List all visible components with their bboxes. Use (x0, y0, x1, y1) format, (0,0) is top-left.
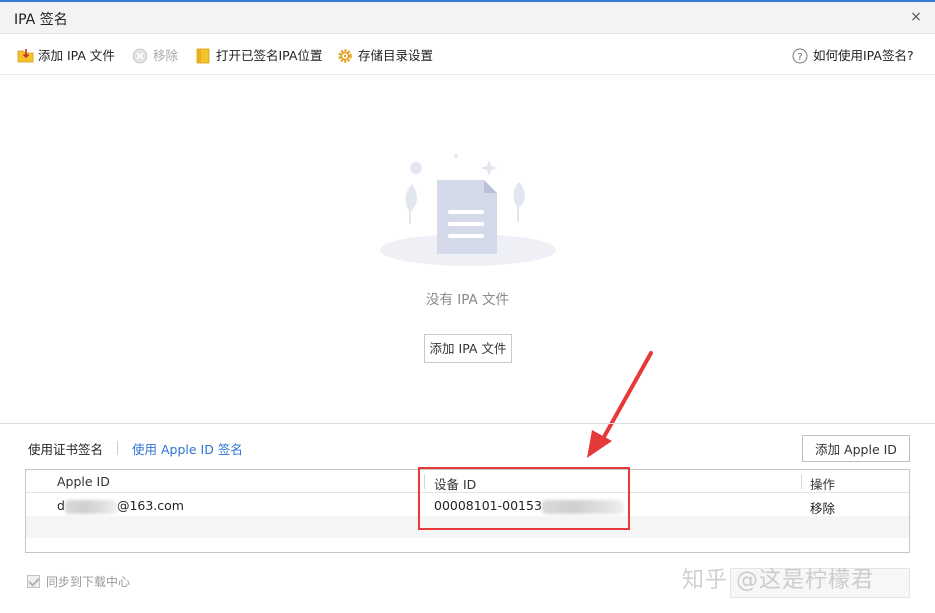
sync-download-center-checkbox[interactable]: 同步到下载中心 (27, 573, 130, 589)
checkbox-checked[interactable] (27, 574, 40, 588)
tab-certificate-sign[interactable]: 使用证书签名 (28, 439, 103, 458)
redacted-mask (541, 499, 624, 514)
column-header-device-id: 设备 ID (434, 477, 477, 492)
table-row-empty (26, 516, 909, 538)
apple-id-suffix: @163.com (116, 498, 184, 513)
empty-document-illustration (380, 154, 556, 266)
folder-icon (195, 48, 211, 64)
apple-id-table: Apple ID 设备 ID 操作 d @163.com 00008101-001… (25, 469, 910, 553)
column-separator (801, 474, 802, 489)
help-label: 如何使用IPA签名? (813, 48, 914, 63)
gear-icon (337, 48, 353, 64)
remove-button[interactable]: 移除 (132, 47, 178, 65)
empty-state-text: 没有 IPA 文件 (425, 292, 510, 308)
storage-settings-label: 存储目录设置 (358, 48, 434, 63)
question-icon: ? (792, 48, 808, 64)
column-separator (424, 474, 425, 489)
folder-add-icon (17, 48, 34, 64)
open-signed-location-button[interactable]: 打开已签名IPA位置 (195, 47, 322, 65)
tab-separator (117, 441, 119, 455)
svg-text:?: ? (797, 52, 802, 63)
watermark: 知乎 @这是柠檬君 (682, 568, 874, 593)
apple-id-cell: d @163.com (57, 498, 184, 514)
apple-id-prefix: d (57, 498, 65, 513)
close-icon[interactable]: × (907, 8, 925, 26)
add-ipa-file-label: 添加 IPA 文件 (38, 48, 115, 63)
remove-icon (132, 48, 148, 64)
annotation-arrow (587, 351, 653, 458)
column-header-action: 操作 (810, 477, 836, 492)
device-id-value: 00008101-00153 (434, 498, 542, 513)
column-header-apple-id: Apple ID (57, 474, 110, 489)
open-signed-location-label: 打开已签名IPA位置 (216, 48, 323, 63)
redacted-mask (64, 499, 117, 514)
add-ipa-file-center-button[interactable]: 添加 IPA 文件 (424, 334, 512, 363)
remove-row-link[interactable]: 移除 (810, 498, 835, 517)
sync-label: 同步到下载中心 (46, 574, 131, 589)
device-id-cell: 00008101-00153 (434, 498, 624, 514)
add-apple-id-button[interactable]: 添加 Apple ID (802, 435, 910, 462)
storage-settings-button[interactable]: 存储目录设置 (337, 47, 433, 65)
window-title: IPA 签名 (14, 12, 68, 28)
remove-label: 移除 (153, 48, 179, 63)
title-bar: IPA 签名 × (0, 2, 935, 34)
help-link[interactable]: ? 如何使用IPA签名? (792, 47, 914, 65)
panel-divider (0, 423, 935, 424)
ipa-sign-window: IPA 签名 × 添加 IPA 文件 移除 打开已签名IPA位置 存储目录设置 … (0, 0, 935, 613)
toolbar: 添加 IPA 文件 移除 打开已签名IPA位置 存储目录设置 ? 如何使用IPA… (0, 35, 935, 75)
sign-mode-tabs: 使用证书签名 使用 Apple ID 签名 (28, 439, 243, 457)
tab-apple-id-sign[interactable]: 使用 Apple ID 签名 (132, 439, 243, 458)
add-ipa-file-button[interactable]: 添加 IPA 文件 (17, 47, 115, 65)
table-row[interactable]: d @163.com 00008101-00153 移除 (26, 494, 909, 516)
table-header: Apple ID 设备 ID 操作 (26, 470, 909, 493)
